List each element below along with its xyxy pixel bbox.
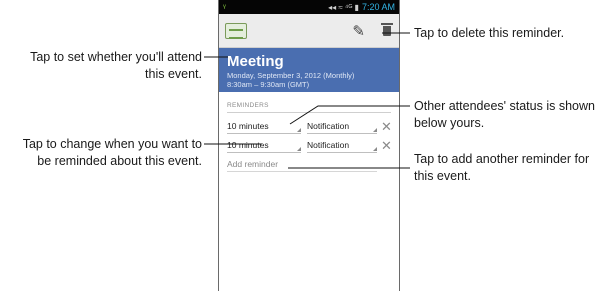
callout-add-line2: this event. [414,169,471,183]
trash-icon[interactable] [381,22,393,36]
phone-screen: ᵞ ◂◂ ≈ ⁴ᴳ ▮ 7:20 AM ✎ Meeting Monday, Se… [218,0,400,291]
status-indicator-icons: ◂◂ ≈ ⁴ᴳ ▮ [328,2,359,12]
callout-attend-line2: this event. [145,67,202,81]
close-icon[interactable]: ✕ [381,139,392,152]
calendar-icon[interactable] [225,22,247,39]
event-time: 8:30am – 9:30am (GMT) [227,80,310,89]
callout-attendees-line1: Other attendees' status is shown [414,99,595,113]
edit-icon[interactable]: ✎ [352,22,365,40]
spinner-arrow-icon [373,127,377,132]
event-date: Monday, September 3, 2012 (Monthly) [227,71,355,80]
spinner-arrow-icon [373,146,377,151]
callout-add: Tap to add another reminder for this eve… [414,151,610,185]
status-icons: ◂◂ ≈ ⁴ᴳ ▮ 7:20 AM [328,2,395,12]
reminder-time-spinner[interactable]: 10 minutes [227,139,301,153]
reminder-time-value: 10 minutes [227,139,269,150]
reminder-row: 10 minutes Notification ✕ [227,117,399,136]
event-title: Meeting [227,53,284,70]
callout-attendees: Other attendees' status is shown below y… [414,98,610,132]
reminders-section-label: REMINDERS [227,102,391,113]
signal-indicator: ᵞ [223,2,226,12]
reminder-method-spinner[interactable]: Notification [307,139,377,153]
callout-change: Tap to change when you want to be remind… [0,136,202,170]
action-bar: ✎ [219,14,399,48]
event-header: Meeting Monday, September 3, 2012 (Month… [219,48,399,92]
reminder-time-spinner[interactable]: 10 minutes [227,120,301,134]
callout-delete: Tap to delete this reminder. [414,25,610,42]
callout-change-line2: be reminded about this event. [37,154,202,168]
status-time: 7:20 AM [361,2,395,12]
status-bar: ᵞ ◂◂ ≈ ⁴ᴳ ▮ 7:20 AM [219,0,399,14]
callout-add-line1: Tap to add another reminder for [414,152,590,166]
reminder-method-value: Notification [307,139,350,150]
callout-attendees-line2: below yours. [414,116,485,130]
close-icon[interactable]: ✕ [381,120,392,133]
reminder-row: 10 minutes Notification ✕ [227,136,399,155]
spinner-arrow-icon [297,146,301,151]
callout-attend-line1: Tap to set whether you'll attend [30,50,202,64]
action-bar-actions: ✎ [352,22,393,40]
reminder-method-value: Notification [307,120,350,131]
add-reminder-button[interactable]: Add reminder [227,159,377,172]
callout-attend: Tap to set whether you'll attend this ev… [14,49,202,83]
reminder-time-value: 10 minutes [227,120,269,131]
spinner-arrow-icon [297,127,301,132]
callout-change-line1: Tap to change when you want to [22,137,202,151]
callout-delete-line1: Tap to delete this reminder. [414,26,565,40]
reminder-method-spinner[interactable]: Notification [307,120,377,134]
